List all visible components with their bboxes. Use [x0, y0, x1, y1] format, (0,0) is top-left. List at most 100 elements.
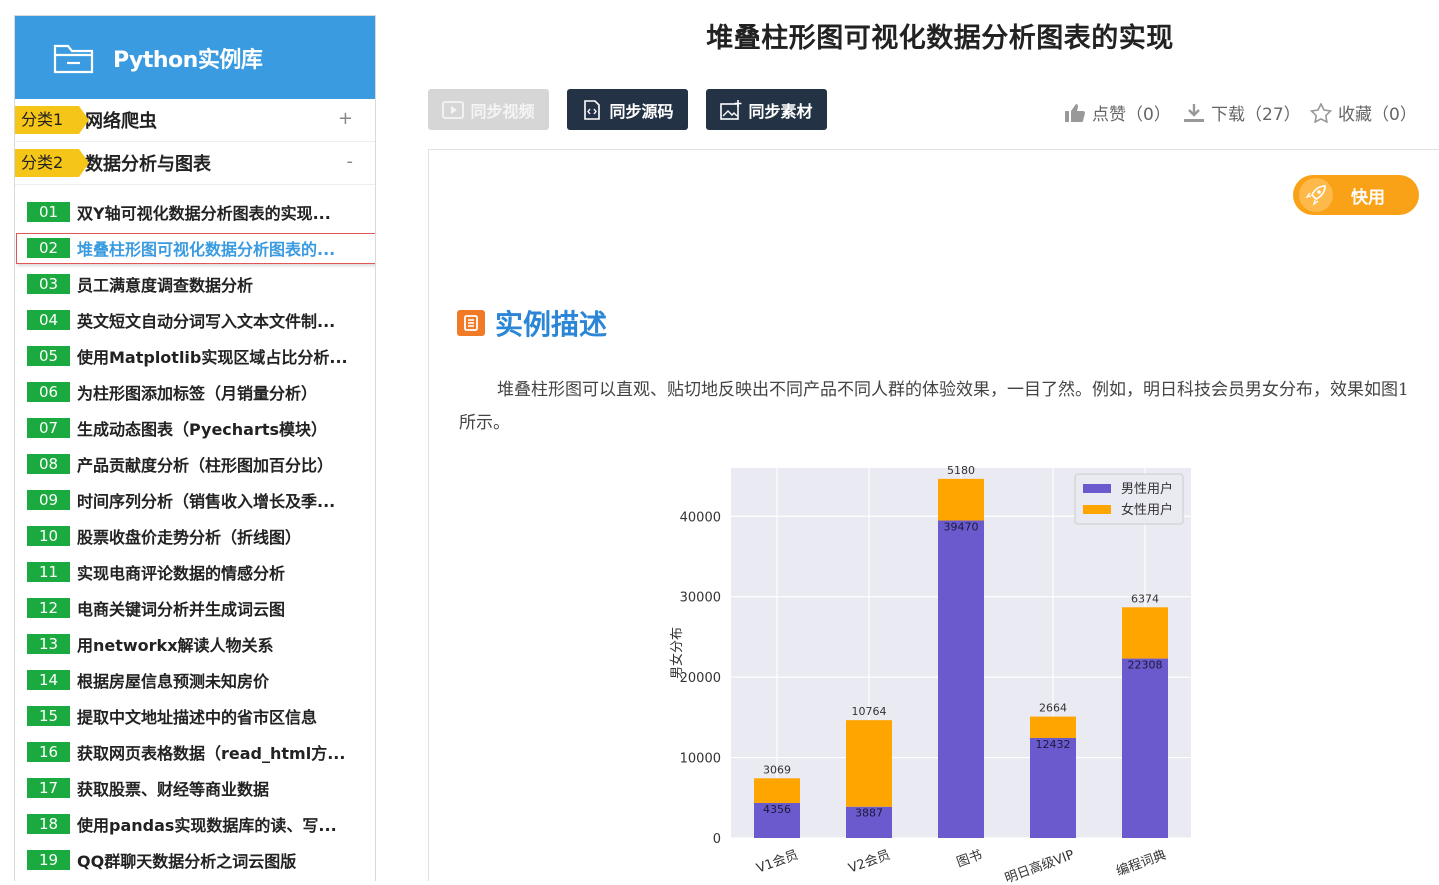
sidebar-item-06[interactable]: 06 为柱形图添加标签（月销量分析）: [15, 374, 375, 410]
category-name: 网络爬虫: [85, 111, 157, 132]
sidebar-item-11[interactable]: 11 实现电商评论数据的情感分析: [15, 554, 375, 590]
item-label: 为柱形图添加标签（月销量分析）: [77, 384, 318, 403]
sync-material-label: 同步素材: [748, 101, 813, 121]
item-number-badge: 17: [27, 778, 70, 798]
expand-icon[interactable]: +: [338, 108, 353, 129]
legend-label: 男性用户: [1121, 481, 1173, 497]
sidebar-item-01[interactable]: 01 双Y轴可视化数据分析图表的实现...: [15, 194, 375, 230]
download-icon: [1184, 103, 1204, 122]
section-title: 实例描述: [495, 308, 608, 341]
sidebar-item-17[interactable]: 17 获取股票、财经等商业数据: [15, 770, 375, 806]
x-tick-label: 图书: [955, 848, 985, 871]
favorite-count: 收藏（0）: [1338, 105, 1417, 125]
stacked-bar-chart: 0 10000 20000 30000 40000 男女分布 4356 3887 39470 12…: [669, 464, 1191, 885]
sidebar-title: Python实例库: [113, 47, 263, 73]
data-label: 3069: [763, 763, 791, 776]
data-label: 12432: [1036, 738, 1071, 751]
item-number-badge: 07: [27, 418, 70, 438]
x-tick-label: V1会员: [755, 848, 801, 877]
folder-icon: [53, 44, 94, 73]
item-label: 双Y轴可视化数据分析图表的实现...: [77, 204, 331, 223]
sidebar-item-09[interactable]: 09 时间序列分析（销售收入增长及季...: [15, 482, 375, 518]
item-label: 生成动态图表（Pyecharts模块）: [77, 420, 328, 439]
sidebar-item-15[interactable]: 15 提取中文地址描述中的省市区信息: [15, 698, 375, 734]
item-label: 获取网页表格数据（read_html方...: [77, 744, 346, 763]
like-count: 点赞（0）: [1092, 105, 1171, 125]
star-icon: [1310, 102, 1332, 123]
section-header: 实例描述: [457, 303, 607, 343]
item-number-badge: 02: [27, 238, 70, 258]
document-icon: [457, 310, 485, 336]
video-icon: [442, 100, 465, 119]
item-label: 时间序列分析（销售收入增长及季...: [77, 492, 336, 511]
data-label: 39470: [944, 521, 979, 534]
sync-material-button[interactable]: 同步素材: [706, 89, 827, 130]
content-panel: 快用 实例描述 堆叠柱形图可以直观、贴切地反映出不同产品不同人群的体验效果，一目…: [428, 149, 1439, 885]
item-number-badge: 10: [27, 526, 70, 546]
bar-female: [938, 478, 984, 521]
example-list: 01 双Y轴可视化数据分析图表的实现... 02 堆叠柱形图可视化数据分析图表的...…: [15, 185, 375, 878]
x-tick-label: V2会员: [847, 848, 893, 877]
item-number-badge: 16: [27, 742, 70, 762]
download-button[interactable]: 下载（27）: [1183, 100, 1301, 125]
item-label: 产品贡献度分析（柱形图加百分比）: [77, 456, 334, 475]
favorite-button[interactable]: 收藏（0）: [1310, 100, 1417, 125]
sidebar: Python实例库 分类1 网络爬虫 + 分类2 数据分析与图表 - 01 双Y轴…: [14, 15, 376, 881]
legend-swatch: [1083, 484, 1111, 493]
item-number-badge: 13: [27, 634, 70, 654]
item-label: 堆叠柱形图可视化数据分析图表的...: [77, 240, 336, 259]
item-label: 使用Matplotlib实现区域占比分析...: [77, 348, 348, 367]
y-axis-label: 男女分布: [669, 627, 685, 679]
sidebar-item-05[interactable]: 05 使用Matplotlib实现区域占比分析...: [15, 338, 375, 374]
data-label: 5180: [947, 464, 975, 477]
item-label: 用networkx解读人物关系: [77, 636, 274, 655]
description-text: 堆叠柱形图可以直观、贴切地反映出不同产品不同人群的体验效果，一目了然。例如，明日…: [459, 380, 1409, 433]
item-label: QQ群聊天数据分析之词云图版: [77, 852, 297, 871]
item-number-badge: 18: [27, 814, 70, 834]
sidebar-item-19[interactable]: 19 QQ群聊天数据分析之词云图版: [15, 842, 375, 878]
item-number-badge: 14: [27, 670, 70, 690]
sidebar-item-03[interactable]: 03 员工满意度调查数据分析: [15, 266, 375, 302]
image-add-icon: [720, 99, 742, 120]
code-file-icon: [584, 99, 601, 120]
data-label: 22308: [1128, 659, 1163, 672]
page-title: 堆叠柱形图可视化数据分析图表的实现: [706, 23, 1174, 54]
x-tick-label: 编程词典: [1114, 848, 1168, 880]
sidebar-item-16[interactable]: 16 获取网页表格数据（read_html方...: [15, 734, 375, 770]
sync-source-button[interactable]: 同步源码: [567, 89, 688, 130]
sidebar-item-04[interactable]: 04 英文短文自动分词写入文本文件制...: [15, 302, 375, 338]
sidebar-item-14[interactable]: 14 根据房屋信息预测未知房价: [15, 662, 375, 698]
sidebar-item-10[interactable]: 10 股票收盘价走势分析（折线图）: [15, 518, 375, 554]
bar-female: [846, 720, 892, 807]
bar-male: [1030, 738, 1076, 838]
item-number-badge: 08: [27, 454, 70, 474]
category-1[interactable]: 分类1 网络爬虫 +: [15, 99, 375, 142]
item-label: 获取股票、财经等商业数据: [77, 780, 270, 799]
item-number-badge: 03: [27, 274, 70, 294]
legend-label: 女性用户: [1121, 502, 1173, 518]
bar-female: [1122, 607, 1168, 659]
quick-use-button[interactable]: 快用: [1293, 175, 1419, 215]
sync-source-label: 同步源码: [609, 101, 674, 121]
y-tick-label: 20000: [680, 671, 721, 686]
item-number-badge: 05: [27, 346, 70, 366]
sidebar-item-12[interactable]: 12 电商关键词分析并生成词云图: [15, 590, 375, 626]
category-2[interactable]: 分类2 数据分析与图表 -: [15, 142, 375, 185]
sidebar-header: Python实例库: [15, 16, 375, 99]
item-number-badge: 01: [27, 202, 70, 222]
sync-video-button[interactable]: 同步视频: [428, 89, 549, 130]
item-label: 股票收盘价走势分析（折线图）: [77, 528, 302, 547]
like-button[interactable]: 点赞（0）: [1064, 100, 1171, 125]
data-label: 6374: [1131, 592, 1159, 605]
item-label: 员工满意度调查数据分析: [77, 276, 254, 295]
bar-male: [938, 520, 984, 838]
sidebar-item-13[interactable]: 13 用networkx解读人物关系: [15, 626, 375, 662]
sidebar-item-08[interactable]: 08 产品贡献度分析（柱形图加百分比）: [15, 446, 375, 482]
sidebar-item-02[interactable]: 02 堆叠柱形图可视化数据分析图表的...: [15, 230, 375, 266]
collapse-icon[interactable]: -: [347, 151, 354, 172]
sidebar-item-07[interactable]: 07 生成动态图表（Pyecharts模块）: [15, 410, 375, 446]
bar-male: [1122, 658, 1168, 838]
item-number-badge: 09: [27, 490, 70, 510]
sidebar-item-18[interactable]: 18 使用pandas实现数据库的读、写...: [15, 806, 375, 842]
item-number-badge: 11: [27, 562, 70, 582]
